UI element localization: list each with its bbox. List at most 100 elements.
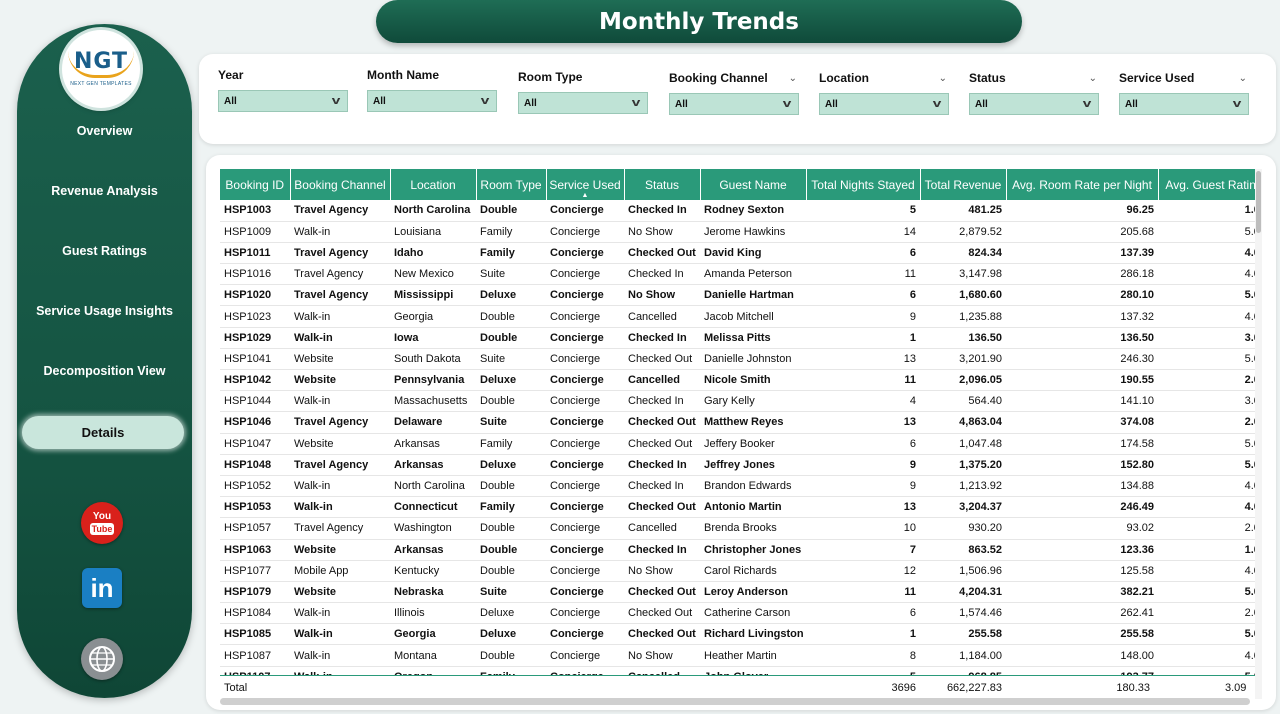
table-row[interactable]: HSP1042 Website Pennsylvania Deluxe Concierg… [220,369,1255,392]
table-row[interactable]: HSP1052 Walk-in North Carolina Double Concie… [220,475,1255,498]
filter-status-select[interactable]: All v [969,93,1099,115]
filter-year-value: All [224,95,237,107]
table-row[interactable]: HSP1041 Website South Dakota Suite Concierge… [220,348,1255,371]
table-cell: New Mexico [390,263,476,286]
chevron-down-icon: v [932,98,942,110]
table-cell: 136.50 [1006,327,1158,349]
table-row[interactable]: HSP1087 Walk-in Montana Double Concierge No S… [220,644,1255,667]
nav-decomposition-view[interactable]: Decomposition View [17,364,192,378]
table-row[interactable]: HSP1029 Walk-in Iowa Double Concierge Checked… [220,327,1255,349]
nav-details[interactable]: Details [22,416,184,449]
vertical-scrollbar[interactable] [1255,169,1262,699]
filter-service-used-label: Service Used [1119,71,1195,85]
column-header[interactable]: Booking ID [220,169,291,200]
table-row[interactable]: HSP1016 Travel Agency New Mexico Suite Conci… [220,263,1255,286]
table-cell: 1.00 [1158,539,1255,561]
table-cell: 4.00 [1158,242,1255,265]
column-header[interactable]: Status [624,169,701,200]
table-cell: Travel Agency [290,263,390,286]
table-cell: Washington [390,517,476,540]
column-header[interactable]: Total Nights Stayed [806,169,921,200]
chevron-down-icon[interactable]: ⌄ [1089,73,1097,84]
nav-service-usage-insights[interactable]: Service Usage Insights [17,304,192,318]
table-cell: HSP1052 [220,475,290,498]
nav-overview[interactable]: Overview [17,124,192,138]
table-cell: HSP1016 [220,263,290,286]
table-row[interactable]: HSP1107Walk-inOregonFamilyConciergeCance… [220,666,1255,675]
chevron-down-icon[interactable]: ⌄ [939,73,947,84]
chevron-down-icon[interactable]: ⌄ [1239,73,1247,84]
details-table-scroll-area[interactable]: Booking ID Booking Channel Location Room Ty… [220,169,1255,675]
filter-room-type-label: Room Type [518,70,583,84]
column-header[interactable]: Avg. Room Rate per Night [1006,169,1159,200]
table-cell: Georgia [390,305,476,328]
table-row[interactable]: HSP1053 Walk-in Connecticut Family Concierge… [220,496,1255,519]
table-row[interactable]: HSP1011 Travel Agency Idaho Family Concierge… [220,242,1255,265]
table-row[interactable]: HSP1009 Walk-in Louisiana Family Concierge No… [220,221,1255,243]
table-row[interactable]: HSP1057 Travel Agency Washington Double Conc… [220,517,1255,540]
column-header[interactable]: Room Type [476,169,547,200]
table-row[interactable]: HSP1063 Website Arkansas Double Concierge Che… [220,539,1255,561]
horizontal-scrollbar[interactable] [220,698,1250,705]
table-cell: Melissa Pitts [700,327,806,349]
table-cell: 11 [806,581,920,604]
table-cell: Georgia [390,623,476,646]
table-row[interactable]: HSP1044 Walk-in Massachusetts Double Concier… [220,390,1255,413]
table-cell: Jacob Mitchell [700,305,806,328]
table-cell: 148.00 [1006,644,1158,667]
table-cell: Concierge [546,369,624,392]
column-header[interactable]: Service Used ▲ [546,169,625,200]
column-header[interactable]: Booking Channel [290,169,391,200]
youtube-label-top: You [92,510,112,522]
nav-revenue-analysis[interactable]: Revenue Analysis [17,184,192,198]
table-cell: 152.80 [1006,454,1158,476]
youtube-icon[interactable]: You Tube [81,502,123,544]
table-row[interactable]: HSP1020 Travel Agency Mississippi Deluxe Con… [220,284,1255,307]
filter-booking-channel-select[interactable]: All v [669,93,799,115]
column-header[interactable]: Location [390,169,477,200]
table-cell: 5.00 [1158,581,1255,604]
table-cell: 1,235.88 [920,305,1006,328]
table-row[interactable]: HSP1048 Travel Agency Arkansas Deluxe Concie… [220,454,1255,476]
chevron-down-icon: v [331,95,341,107]
table-cell: Deluxe [476,623,546,646]
column-header[interactable]: Guest Name [700,169,807,200]
table-row[interactable]: HSP1085 Walk-in Georgia Deluxe Concierge Chec… [220,623,1255,646]
vertical-scroll-thumb[interactable] [1256,171,1261,233]
table-row[interactable]: HSP1046 Travel Agency Delaware Suite Concier… [220,411,1255,434]
linkedin-icon[interactable]: in [82,568,122,608]
globe-icon[interactable] [81,638,123,680]
column-header[interactable]: Avg. Guest Rating [1158,169,1255,200]
table-cell: 4,204.31 [920,581,1006,604]
table-row[interactable]: HSP1003 Travel Agency North Carolina Double… [220,200,1255,222]
filter-year-select[interactable]: All v [218,90,348,112]
nav-guest-ratings[interactable]: Guest Ratings [17,244,192,258]
filter-location-select[interactable]: All v [819,93,949,115]
table-row[interactable]: HSP1084 Walk-in Illinois Deluxe Concierge Che… [220,602,1255,625]
filter-room-type-select[interactable]: All v [518,92,648,114]
table-cell: Brandon Edwards [700,475,806,498]
filter-service-used-select[interactable]: All v [1119,93,1249,115]
table-cell: Concierge [546,263,624,286]
table-cell: HSP1087 [220,644,290,667]
table-cell: 262.41 [1006,602,1158,625]
table-cell: Concierge [546,327,624,349]
filter-month-name-select[interactable]: All v [367,90,497,112]
table-row[interactable]: HSP1023 Walk-in Georgia Double Concierge Canc… [220,305,1255,328]
table-cell: Illinois [390,602,476,625]
table-cell: 9 [806,305,920,328]
table-cell: 193.77 [1006,666,1158,675]
sidebar: NGT NEXT GEN TEMPLATES Overview Revenue … [17,24,192,698]
table-row[interactable]: HSP1079 Website Nebraska Suite Concierge Chec… [220,581,1255,604]
table-cell: Walk-in [290,602,390,625]
chevron-down-icon[interactable]: ⌄ [789,73,797,84]
table-cell: Concierge [546,305,624,328]
table-cell: Checked In [624,200,700,222]
table-row[interactable]: HSP1077 Mobile App Kentucky Double Concierge… [220,560,1255,582]
table-cell: 286.18 [1006,263,1158,286]
table-cell: 2,879.52 [920,221,1006,243]
table-row[interactable]: HSP1047 Website Arkansas Family Concierge Che… [220,433,1255,455]
column-header[interactable]: Total Revenue [920,169,1007,200]
chevron-down-icon: v [631,97,641,109]
table-cell: South Dakota [390,348,476,371]
